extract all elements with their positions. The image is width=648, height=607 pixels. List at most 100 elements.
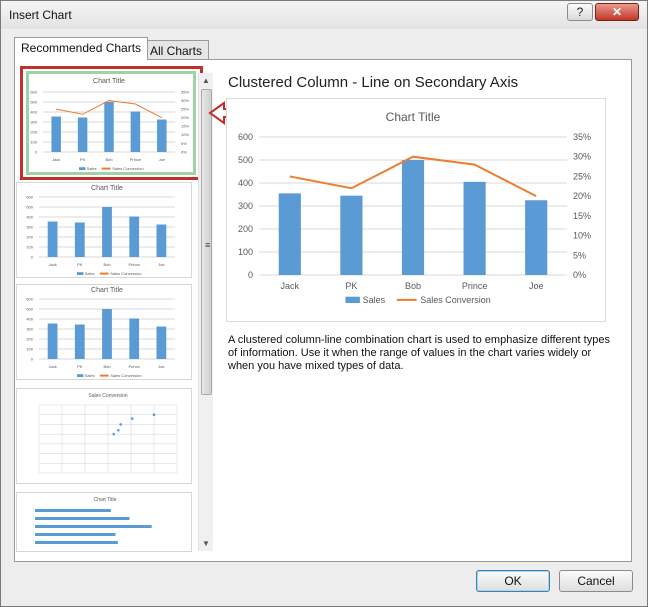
legend-label-sales-conversion: Sales Conversion [110, 271, 141, 276]
scatter-point [152, 413, 156, 417]
x-tick-label: PK [345, 281, 357, 291]
cancel-button[interactable]: Cancel [559, 570, 633, 592]
x-tick-label: Joe [158, 364, 165, 369]
chart-preview: Chart Title 0 100 200 300 400 500 600 0% 5% 10% 15%… [226, 98, 606, 322]
bar-sales-prince [130, 111, 141, 152]
y-tick-label: 300 [26, 326, 33, 331]
hbar [35, 533, 116, 536]
y2-tick-label: 0% [573, 270, 586, 280]
bar-sales-bob [102, 309, 112, 359]
y-tick-label: 200 [30, 129, 37, 134]
thumbnail-chart: Chart Title 0 100 200 300 400 500 600 Jack PK Bob P… [26, 287, 175, 378]
ok-button[interactable]: OK [476, 570, 550, 592]
legend-label-sales-conversion: Sales Conversion [420, 295, 491, 305]
y2-tick-label: 0% [181, 149, 187, 154]
thumbnail-chart: Chart Title [35, 497, 152, 544]
y-tick-label: 600 [26, 296, 33, 301]
bar-sales-prince [463, 181, 486, 275]
bar-sales-bob [102, 207, 112, 257]
hbar [35, 525, 152, 528]
y2-tick-label: 10% [573, 231, 591, 241]
x-tick-label: Prince [129, 262, 141, 267]
legend-label-sales: Sales [87, 166, 97, 171]
scatter-point [112, 432, 116, 436]
y-tick-label: 200 [26, 336, 33, 341]
legend-label-sales-conversion: Sales Conversion [110, 373, 141, 378]
close-button[interactable]: ✕ [595, 3, 639, 21]
y-tick-label: 100 [30, 139, 37, 144]
title-bar: Insert Chart ? ✕ [1, 1, 647, 29]
chart-title: Chart Title [91, 287, 123, 294]
legend-swatch-sales [77, 374, 84, 377]
hbar [35, 509, 111, 512]
y2-tick-label: 25% [181, 106, 189, 111]
y-tick-label: 100 [26, 244, 33, 249]
legend-label-sales-conversion: Sales Conversion [112, 166, 143, 171]
y2-tick-label: 35% [181, 89, 189, 94]
scatter-point [119, 423, 122, 426]
y-tick-label: 100 [26, 346, 33, 351]
y-tick-label: 600 [26, 194, 33, 199]
chart-option-column[interactable]: Chart Title 0 100 200 300 400 500 600 Jack PK Bob P… [16, 182, 192, 278]
chart-option-combo[interactable]: Chart Title 0 100 200 300 400 500 600 0% 5% 10% 15%… [26, 71, 196, 175]
y-tick-label: 0 [248, 270, 253, 280]
y2-tick-label: 30% [181, 98, 189, 103]
legend-label-sales: Sales [363, 295, 386, 305]
x-tick-label: Prince [129, 364, 141, 369]
y-tick-label: 400 [238, 178, 253, 188]
bar-sales-pk [77, 117, 88, 152]
y-tick-label: 0 [31, 356, 34, 361]
x-tick-label: Bob [103, 262, 111, 267]
scroll-thumb[interactable]: ≡ [201, 89, 212, 395]
x-tick-label: PK [80, 157, 86, 162]
y-tick-label: 0 [35, 149, 38, 154]
bar-sales-bob [401, 160, 425, 275]
tab-all-charts[interactable]: All Charts [143, 40, 210, 61]
chart-title: Chart Title [91, 185, 123, 192]
bar-sales-jack [47, 323, 58, 359]
y2-tick-label: 30% [573, 152, 591, 162]
tab-recommended-charts[interactable]: Recommended Charts [14, 37, 149, 60]
chart-option-bar[interactable]: Chart Title [16, 492, 192, 552]
y2-tick-label: 15% [573, 211, 591, 221]
bar-sales-prince [129, 318, 140, 359]
scatter-point [130, 417, 134, 420]
legend-swatch-sales [79, 167, 86, 170]
y2-tick-label: 5% [573, 250, 586, 260]
y-tick-label: 500 [26, 306, 33, 311]
chart-option-scatter[interactable]: Sales Conversion [16, 388, 192, 484]
bar-sales-joe [525, 200, 548, 275]
y-tick-label: 300 [238, 201, 253, 211]
x-tick-label: Jack [48, 364, 56, 369]
scroll-down-icon[interactable]: ▼ [202, 539, 210, 548]
y2-tick-label: 25% [573, 171, 591, 181]
x-tick-label: Prince [462, 281, 488, 291]
y-tick-label: 0 [31, 254, 34, 259]
legend-swatch-sales [77, 272, 84, 275]
y-tick-label: 500 [30, 99, 37, 104]
bar-sales-joe [157, 119, 167, 152]
chart-title: Sales Conversion [88, 393, 127, 399]
preview-chart: Chart Title 0 100 200 300 400 500 600 0% 5% 10% 15%… [238, 110, 591, 305]
y-tick-label: 400 [26, 214, 33, 219]
bar-sales-pk [74, 222, 85, 257]
x-tick-label: PK [77, 262, 83, 267]
y-tick-label: 500 [238, 155, 253, 165]
help-button[interactable]: ? [567, 3, 593, 21]
y2-tick-label: 15% [181, 124, 189, 129]
thumbnail-chart: Chart Title 0 100 200 300 400 500 600 0% 5% 10% 15%… [30, 78, 189, 171]
y-tick-label: 300 [26, 224, 33, 229]
y-tick-label: 300 [30, 119, 37, 124]
x-tick-label: Prince [130, 157, 142, 162]
x-tick-label: Bob [105, 157, 113, 162]
bar-sales-prince [129, 216, 140, 257]
y-tick-label: 500 [26, 204, 33, 209]
chart-option-column-2[interactable]: Chart Title 0 100 200 300 400 500 600 Jack PK Bob P… [16, 284, 192, 380]
scroll-up-icon[interactable]: ▲ [202, 76, 210, 85]
list-scrollbar[interactable]: ▲ ≡ ▼ [198, 73, 213, 551]
legend-swatch-sales [345, 296, 360, 303]
y-tick-label: 600 [238, 132, 253, 142]
chart-description: A clustered column-line combination char… [228, 334, 610, 372]
bar-sales-pk [74, 324, 85, 359]
y2-tick-label: 5% [181, 141, 187, 146]
